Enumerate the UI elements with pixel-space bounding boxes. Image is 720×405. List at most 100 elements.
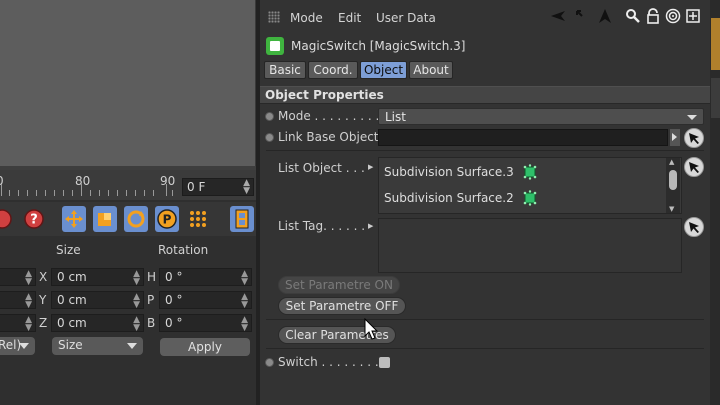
current-frame-field[interactable]: 0 F ▲ ▼ [182,178,254,196]
stepper-arrows-icon[interactable]: ▲ ▼ [243,179,250,196]
rotation-field[interactable]: 0 ° ▲ ▼ [159,314,252,333]
ruler-tick [126,190,127,196]
chevron-down-icon [19,343,29,349]
list-tag-list[interactable] [378,218,682,273]
chevron-down-icon [687,115,697,120]
pick-session-icon[interactable] [684,157,704,177]
separator [266,319,704,320]
ruler-tick [27,190,28,196]
current-frame-value: 0 F [187,180,206,194]
triangle-right-icon: ▶ [368,163,374,171]
move-icon[interactable] [62,206,86,232]
size-field[interactable]: 0 cm ▲ ▼ [51,314,144,333]
tab-basic[interactable]: Basic [264,61,306,79]
attribute-menubar: Mode Edit User Data [260,6,710,28]
set-parametre-on-button[interactable]: Set Parametre ON [278,276,400,294]
rotation-axis-label: H [147,270,157,284]
transport-toolbar: ? P [0,202,256,236]
triangle-right-icon: ▶ [368,222,374,230]
menu-edit[interactable]: Edit [338,11,361,25]
list-scrollbar[interactable]: ▲ ▼ [666,158,680,213]
menu-user-data[interactable]: User Data [376,11,436,25]
help-icon[interactable]: ? [22,206,46,232]
animation-dot-icon[interactable] [265,112,274,121]
ruler-tick [81,184,82,196]
scroll-down-icon[interactable]: ▼ [669,205,674,213]
list-object-label: List Object . . . [278,161,365,175]
position-field[interactable]: ▲ ▼ [0,314,36,333]
animation-dot-icon[interactable] [265,133,274,142]
ruler-tick [90,190,91,196]
lock-icon[interactable] [645,8,661,24]
list-item[interactable]: Subdivision Surface.2 [384,191,514,205]
side-tab-attributes[interactable] [711,18,720,70]
scale-icon[interactable] [93,206,117,232]
tab-object[interactable]: Object [360,61,407,79]
filmstrip-icon[interactable] [230,206,254,232]
side-tab-layers[interactable] [711,78,720,118]
ruler-tick [99,190,100,196]
ruler-tick [36,190,37,196]
rotate-icon[interactable] [124,206,148,232]
link-expand-arrow-icon[interactable] [670,129,680,146]
link-base-object-field[interactable] [378,129,668,146]
section-header: Object Properties [260,86,710,104]
search-icon[interactable] [625,8,641,24]
back-arrow-icon[interactable] [550,8,566,24]
size-axis-label: X [39,270,48,284]
pick-session-icon[interactable] [684,217,704,237]
scroll-thumb[interactable] [669,170,677,190]
record-icon[interactable] [0,206,14,232]
size-field[interactable]: 0 cm ▲ ▼ [51,291,144,310]
size-axis-label: Z [39,316,48,330]
scroll-up-icon[interactable]: ▲ [669,158,674,166]
set-parametre-off-button[interactable]: Set Parametre OFF [278,297,406,315]
position-field[interactable]: ▲ ▼ [0,268,36,287]
mouse-cursor-icon [364,318,379,340]
mode-dropdown[interactable]: List [378,108,704,125]
ruler-tick [144,190,145,196]
rotation-axis-label: B [147,316,156,330]
mode-label: Mode . . . . . . . . . [278,109,380,123]
tab-coord[interactable]: Coord. [308,61,358,79]
ruler-tick [153,190,154,196]
ruler-label: 90 [160,174,176,188]
up-arrow-icon[interactable] [574,8,590,24]
pick-session-icon[interactable] [684,128,704,148]
chevron-down-icon [127,343,137,349]
subdivision-surface-icon [523,164,537,180]
new-panel-icon[interactable] [685,8,701,24]
target-icon[interactable] [665,8,681,24]
parameter-icon[interactable]: P [155,206,179,232]
grip-handle-icon[interactable] [268,11,280,23]
coordinate-headers: Size Rotation [0,240,256,260]
forward-arrow-icon[interactable] [597,8,613,24]
coordinate-mode-dropdown[interactable]: Rel) [0,337,35,355]
list-tag-label: List Tag. . . . . . [278,219,366,233]
ruler-tick [72,190,73,196]
size-field[interactable]: 0 cm ▲ ▼ [51,268,144,287]
coord-row-x: ▲ ▼ X 0 cm ▲ ▼ H 0 ° ▲ ▼ [0,268,256,288]
list-item[interactable]: Subdivision Surface.3 [384,165,514,179]
viewport[interactable] [0,0,256,168]
switch-label: Switch . . . . . . . . . [278,355,387,369]
rotation-field[interactable]: 0 ° ▲ ▼ [159,268,252,287]
ruler-label: 80 [75,174,91,188]
tab-about[interactable]: About [409,61,453,79]
size-mode-dropdown[interactable]: Size [52,337,143,355]
switch-checkbox[interactable] [379,357,390,368]
ruler-tick [108,190,109,196]
point-level-icon[interactable] [186,206,210,232]
animation-dot-icon[interactable] [265,358,274,367]
menu-mode[interactable]: Mode [290,11,323,25]
ruler-tick [54,190,55,196]
apply-button[interactable]: Apply [160,338,250,356]
rotation-field[interactable]: 0 ° ▲ ▼ [159,291,252,310]
object-title: MagicSwitch [MagicSwitch.3] [291,39,466,53]
svg-text:?: ? [30,213,38,228]
ruler-tick [172,190,173,196]
section-title: Object Properties [265,88,384,102]
list-object-list[interactable]: Subdivision Surface.3 Subdivision Surfac… [378,157,682,214]
ruler-tick [135,190,136,196]
position-field[interactable]: ▲ ▼ [0,291,36,310]
